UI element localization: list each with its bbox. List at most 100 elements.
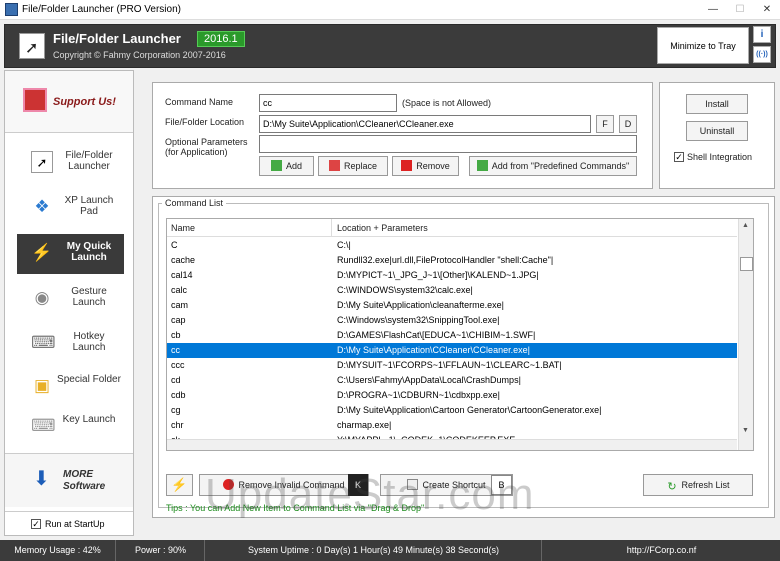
sidebar-item-special-folder[interactable]: ▣ Special Folder — [17, 367, 124, 407]
sidebar-item-my-quick-launch[interactable]: ⚡ My Quick Launch — [17, 234, 124, 274]
add-predefined-button[interactable]: Add from "Predefined Commands" — [469, 156, 637, 176]
system-uptime: System Uptime : 0 Day(s) 1 Hour(s) 49 Mi… — [206, 540, 542, 561]
table-row[interactable]: cache Rundll32.exe|url.dll,FileProtocolHa… — [167, 253, 737, 268]
status-bar: Memory Usage : 42% Power : 90% System Up… — [0, 540, 780, 561]
command-name-cell: ccc — [171, 360, 185, 370]
shell-integration-label: Shell Integration — [687, 152, 753, 162]
sidebar-item-label: Gesture Launch — [71, 286, 107, 308]
command-name-cell: chr — [171, 420, 184, 430]
space-note: (Space is not Allowed) — [402, 98, 492, 108]
sidebar-item-gesture-launch[interactable]: ◉ Gesture Launch — [17, 279, 124, 319]
quick-launch-icon-button[interactable]: ⚡ — [166, 474, 193, 496]
keyboard-icon: ⌨ — [31, 416, 56, 435]
download-icon: ⬇ — [33, 468, 50, 490]
command-location-cell: D:\My Suite\Application\Cartoon Generato… — [337, 405, 602, 415]
sidebar-item-label: Key Launch — [62, 414, 116, 425]
location-label: File/Folder Location — [165, 117, 245, 127]
signal-icon[interactable]: ((·)) — [753, 46, 771, 63]
table-row[interactable]: cdb D:\PROGRA~1\CDBURN~1\cdbxpp.exe| — [167, 388, 737, 403]
sidebar-item-label: Special Folder — [57, 374, 121, 385]
command-location-cell: C:\| — [337, 240, 351, 250]
table-row[interactable]: cc D:\My Suite\Application\CCleaner\CClea… — [167, 343, 737, 358]
table-row[interactable]: calc C:\WINDOWS\system32\calc.exe| — [167, 283, 737, 298]
command-location-cell: D:\My Suite\Application\cleanafterme.exe… — [337, 300, 504, 310]
table-row[interactable]: cal14 D:\MYPICT~1\_JPG_J~1\[Other]\KALEND… — [167, 268, 737, 283]
sidebar-item-xp-launch-pad[interactable]: ❖ XP Launch Pad — [17, 188, 124, 228]
add-button[interactable]: Add — [259, 156, 314, 176]
refresh-list-button[interactable]: ↻ Refresh List — [643, 474, 753, 496]
sidebar-item-label: My Quick Launch — [66, 241, 112, 263]
location-input[interactable] — [259, 115, 591, 133]
sidebar-item-hotkey-launch[interactable]: ⌨ Hotkey Launch — [17, 324, 124, 364]
column-divider[interactable] — [331, 219, 332, 237]
plus-icon — [476, 160, 488, 171]
run-at-startup-checkbox[interactable]: ✓ — [31, 519, 41, 529]
command-name-cell: calc — [171, 285, 188, 295]
col-location-header[interactable]: Location + Parameters — [337, 223, 428, 233]
title-bar: File/Folder Launcher (PRO Version) — ☐ ✕ — [0, 0, 780, 20]
scroll-up-icon[interactable]: ▲ — [742, 222, 749, 229]
command-name-cell: cal14 — [171, 270, 193, 280]
support-us-button[interactable]: Support Us! — [5, 71, 133, 133]
close-window-button[interactable]: ✕ — [754, 0, 780, 20]
keyboard-icon: ⌨ — [31, 333, 56, 352]
command-list-label: Command List — [162, 198, 227, 208]
more-software-button[interactable]: ⬇ MORE Software — [5, 453, 133, 507]
sidebar-item-file-folder-launcher[interactable]: ➚ File/Folder Launcher — [17, 143, 124, 183]
vertical-scrollbar[interactable]: ▲ ▼ — [738, 219, 753, 450]
lightning-icon: ⚡ — [31, 243, 53, 262]
command-name-input[interactable] — [259, 94, 397, 112]
command-name-cell: cap — [171, 315, 186, 325]
shortcut-icon: ➚ — [31, 151, 53, 173]
app-logo: ➚ — [19, 33, 45, 59]
table-row[interactable]: cg D:\My Suite\Application\Cartoon Genera… — [167, 403, 737, 418]
scroll-down-icon[interactable]: ▼ — [742, 427, 749, 434]
window-title: File/Folder Launcher (PRO Version) — [22, 4, 181, 15]
scrollbar-thumb[interactable] — [740, 257, 753, 271]
maximize-window-button[interactable]: ☐ — [727, 0, 753, 20]
shell-integration-checkbox[interactable]: ✓ — [674, 152, 684, 162]
command-location-cell: C:\Windows\system32\SnippingTool.exe| — [337, 315, 500, 325]
info-icon[interactable]: i — [753, 26, 771, 43]
command-name-cell: cc — [171, 345, 180, 355]
folder-icon: ▣ — [33, 376, 51, 395]
command-table: Name Location + Parameters C C:\| cache Run… — [166, 218, 754, 451]
sidebar: Support Us! ➚ File/Folder Launcher ❖ XP … — [4, 70, 134, 536]
table-row[interactable]: cam D:\My Suite\Application\cleanafterme.… — [167, 298, 737, 313]
command-location-cell: D:\MYPICT~1\_JPG_J~1\[Other]\KALEND~1.JP… — [337, 270, 539, 280]
command-name-cell: C — [171, 240, 178, 250]
sidebar-item-label: File/Folder Launcher — [65, 150, 113, 172]
table-row[interactable]: cap C:\Windows\system32\SnippingTool.exe| — [167, 313, 737, 328]
minimize-window-button[interactable]: — — [700, 0, 726, 20]
horizontal-scrollbar[interactable] — [167, 439, 737, 450]
command-location-cell: Rundll32.exe|url.dll,FileProtocolHandler… — [337, 255, 554, 265]
params-input[interactable] — [259, 135, 637, 153]
watermark: UpdateStar.com — [205, 470, 535, 519]
uninstall-button[interactable]: Uninstall — [686, 121, 748, 141]
gift-icon — [23, 88, 47, 112]
remove-button[interactable]: Remove — [392, 156, 459, 176]
table-row[interactable]: cb D:\GAMES\FlashCat\[EDUCA~1\CHIBIM~1.SW… — [167, 328, 737, 343]
minimize-to-tray-button[interactable]: Minimize to Tray — [657, 27, 749, 64]
command-name-cell: cache — [171, 255, 196, 265]
power-status: Power : 90% — [117, 540, 205, 561]
command-location-cell: charmap.exe| — [337, 420, 392, 430]
col-name-header[interactable]: Name — [171, 223, 195, 233]
replace-button[interactable]: Replace — [318, 156, 388, 176]
command-location-cell: D:\MYSUIT~1\FCORPS~1\FFLAUN~1\CLEARC~1.B… — [337, 360, 562, 370]
windows-icon: ❖ — [34, 197, 50, 216]
app-icon — [5, 3, 18, 16]
browse-file-button[interactable]: F — [596, 115, 614, 133]
browse-folder-button[interactable]: D — [619, 115, 637, 133]
sidebar-item-key-launch[interactable]: ⌨ Key Launch — [17, 407, 124, 447]
app-title: File/Folder Launcher — [53, 31, 181, 46]
copyright: Copyright © Fahmy Corporation 2007-2016 — [53, 50, 226, 60]
command-location-cell: D:\My Suite\Application\CCleaner\CCleane… — [337, 345, 530, 355]
table-row[interactable]: C C:\| — [167, 238, 737, 253]
table-row[interactable]: chr charmap.exe| — [167, 418, 737, 433]
website-link[interactable]: http://FCorp.co.nf — [543, 540, 780, 561]
table-row[interactable]: ccc D:\MYSUIT~1\FCORPS~1\FFLAUN~1\CLEARC~… — [167, 358, 737, 373]
plus-icon — [270, 160, 282, 171]
install-button[interactable]: Install — [686, 94, 748, 114]
table-row[interactable]: cd C:\Users\Fahmy\AppData\Local\CrashDump… — [167, 373, 737, 388]
